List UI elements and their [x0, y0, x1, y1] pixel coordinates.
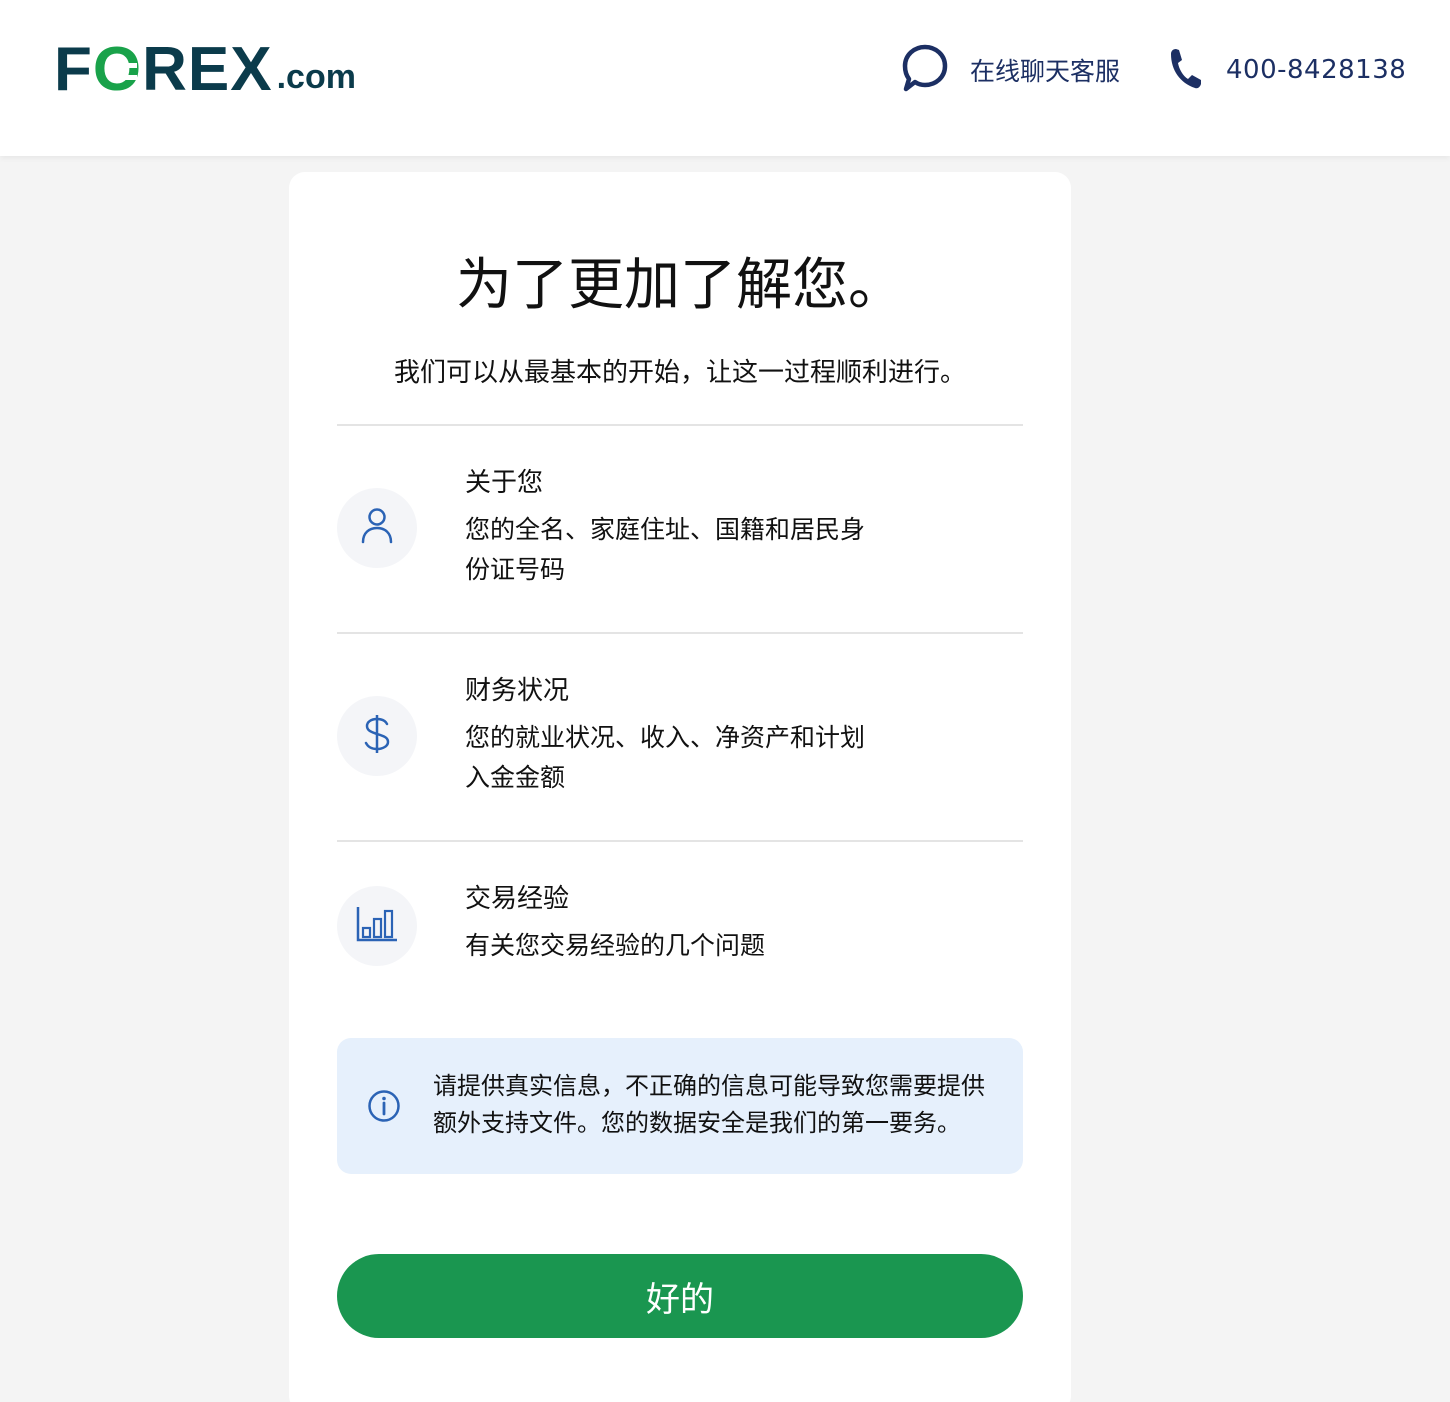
info-notice: 请提供真实信息，不正确的信息可能导致您需要提供 额外支持文件。您的数据安全是我们… — [337, 1038, 1023, 1174]
info-icon — [367, 1089, 401, 1127]
ok-button[interactable]: 好的 — [337, 1254, 1023, 1338]
section-description: 您的全名、家庭住址、国籍和居民身 份证号码 — [465, 515, 866, 584]
bar-chart-icon — [356, 906, 398, 946]
phone-link[interactable]: 400-8428138 — [1168, 44, 1406, 96]
page-title: 为了更加了解您。 — [456, 253, 904, 318]
section-about-you: 关于您 您的全名、家庭住址、国籍和居民身 份证号码 — [337, 424, 1023, 632]
info-text: 请提供真实信息，不正确的信息可能导致您需要提供 额外支持文件。您的数据安全是我们… — [433, 1072, 985, 1137]
user-icon — [360, 507, 394, 549]
onboarding-card: 为了更加了解您。 我们可以从最基本的开始，让这一过程顺利进行。 关于您 您的全名… — [289, 172, 1071, 1402]
section-description: 您的就业状况、收入、净资产和计划 入金金额 — [465, 723, 866, 792]
logo-suffix: .com — [276, 58, 356, 96]
live-chat-link[interactable]: 在线聊天客服 — [900, 44, 1120, 96]
chat-bubble-icon — [900, 42, 950, 98]
logo-letters-rex: REX — [142, 35, 273, 104]
section-title: 财务状况 — [465, 676, 570, 706]
forex-logo[interactable]: F O REX .com — [54, 35, 356, 104]
logo-wordmark: F O REX — [54, 35, 273, 104]
chat-label: 在线聊天客服 — [970, 57, 1121, 86]
section-trading-experience: 交易经验 有关您交易经验的几个问题 — [337, 840, 1023, 990]
phone-icon — [1168, 46, 1202, 94]
phone-number: 400-8428138 — [1226, 55, 1407, 85]
section-description: 有关您交易经验的几个问题 — [465, 931, 766, 960]
logo-letter-f: F — [54, 35, 93, 104]
top-header: F O REX .com 在线聊天客服 400-8428138 — [0, 0, 1450, 156]
section-financial-status: 财务状况 您的就业状况、收入、净资产和计划 入金金额 — [337, 632, 1023, 840]
dollar-icon — [362, 713, 392, 759]
section-title: 关于您 — [465, 468, 544, 498]
section-title: 交易经验 — [465, 884, 570, 914]
section-icon-circle — [337, 696, 417, 776]
page-subtitle: 我们可以从最基本的开始，让这一过程顺利进行。 — [393, 358, 966, 388]
logo-letter-o: O — [93, 39, 142, 101]
section-icon-circle — [337, 886, 417, 966]
section-icon-circle — [337, 488, 417, 568]
